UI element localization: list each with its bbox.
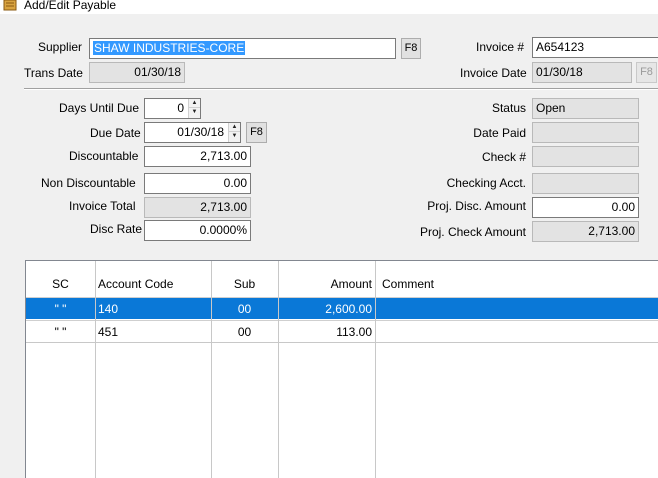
column-header-account-code[interactable]: Account Code (95, 273, 211, 295)
checking-acct-label: Checking Acct. (446, 176, 526, 190)
spin-up-icon[interactable]: ▲ (229, 123, 240, 132)
column-header-sub[interactable]: Sub (211, 273, 278, 295)
trans-date-field: 01/30/18 (89, 62, 185, 83)
row-sc[interactable]: " " (26, 321, 95, 343)
due-date-label: Due Date (90, 126, 141, 140)
proj-disc-amount-input[interactable]: 0.00 (532, 197, 639, 218)
proj-check-amount-label: Proj. Check Amount (419, 225, 526, 239)
date-paid-label: Date Paid (473, 126, 526, 140)
row-account-code[interactable]: 140 (95, 298, 211, 320)
days-until-due-value: 0 (177, 101, 184, 115)
grid-header: SC Account Code Sub Amount Comment (26, 273, 658, 295)
status-field: Open (532, 98, 639, 119)
column-header-comment[interactable]: Comment (379, 273, 579, 295)
due-date-value: 01/30/18 (177, 125, 224, 139)
trans-date-label: Trans Date (24, 66, 83, 80)
supplier-lookup-button[interactable]: F8 (401, 38, 421, 59)
days-until-due-input[interactable]: 0 ▲ ▼ (144, 98, 201, 119)
column-divider (375, 261, 376, 478)
column-divider (211, 261, 212, 478)
distribution-grid[interactable]: SC Account Code Sub Amount Comment " " 1… (25, 260, 658, 478)
table-row[interactable]: " " 140 00 2,600.00 (26, 297, 658, 319)
column-divider (278, 261, 279, 478)
due-date-input[interactable]: 01/30/18 ▲ ▼ (144, 122, 241, 143)
spin-down-icon[interactable]: ▼ (229, 132, 240, 141)
days-spinner[interactable]: ▲ ▼ (188, 99, 200, 118)
due-date-lookup-button[interactable]: F8 (246, 122, 267, 143)
ledger-icon (3, 0, 17, 11)
row-comment[interactable] (379, 321, 579, 343)
invoice-date-field: 01/30/18 (532, 62, 632, 83)
row-amount[interactable]: 2,600.00 (278, 298, 375, 320)
days-until-due-label: Days Until Due (59, 101, 140, 115)
checking-acct-field (532, 173, 639, 194)
invoice-total-field: 2,713.00 (144, 197, 251, 218)
title-bar: Add/Edit Payable (0, 0, 658, 14)
disc-rate-label: Disc Rate (90, 222, 143, 236)
invoice-date-lookup-button[interactable]: F8 (636, 62, 657, 83)
column-header-amount[interactable]: Amount (278, 273, 375, 295)
row-account-code[interactable]: 451 (95, 321, 211, 343)
header-separator (24, 88, 658, 90)
row-comment[interactable] (379, 298, 579, 320)
row-amount[interactable]: 113.00 (278, 321, 375, 343)
window-title: Add/Edit Payable (24, 0, 117, 12)
disc-rate-input[interactable]: 0.0000% (144, 220, 251, 241)
invoice-total-label: Invoice Total (69, 199, 136, 213)
row-divider (26, 342, 658, 343)
proj-disc-amount-label: Proj. Disc. Amount (427, 199, 526, 213)
proj-check-amount-field: 2,713.00 (532, 221, 639, 242)
spin-up-icon[interactable]: ▲ (189, 99, 200, 108)
due-date-spinner[interactable]: ▲ ▼ (228, 123, 240, 142)
column-divider (95, 261, 96, 478)
supplier-value: SHAW INDUSTRIES-CORE (93, 41, 246, 55)
invoice-date-label: Invoice Date (460, 66, 527, 80)
discountable-input[interactable]: 2,713.00 (144, 146, 251, 167)
check-number-label: Check # (481, 150, 526, 164)
date-paid-field (532, 122, 639, 143)
row-sc[interactable]: " " (26, 298, 95, 320)
check-number-field (532, 146, 639, 167)
non-discountable-label: Non Discountable (41, 176, 136, 190)
invoice-input[interactable]: A654123 (532, 37, 658, 58)
invoice-label: Invoice # (476, 40, 525, 54)
table-row[interactable]: " " 451 00 113.00 (26, 320, 658, 342)
non-discountable-input[interactable]: 0.00 (144, 173, 251, 194)
discountable-label: Discountable (69, 149, 139, 163)
column-header-sc[interactable]: SC (26, 273, 95, 295)
spin-down-icon[interactable]: ▼ (189, 108, 200, 117)
supplier-label: Supplier (38, 40, 83, 54)
supplier-input[interactable]: SHAW INDUSTRIES-CORE (89, 38, 396, 59)
row-sub[interactable]: 00 (211, 298, 278, 320)
row-sub[interactable]: 00 (211, 321, 278, 343)
status-label: Status (491, 101, 526, 115)
